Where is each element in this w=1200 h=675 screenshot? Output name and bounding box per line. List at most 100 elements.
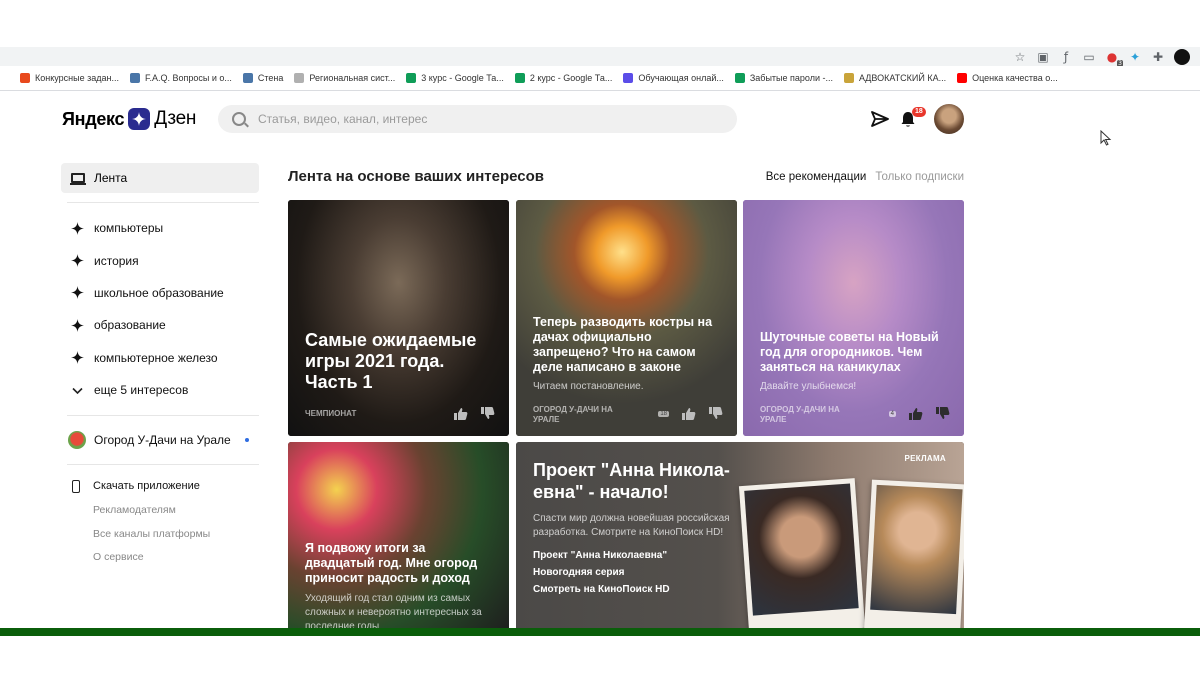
tab-subscriptions-only[interactable]: Только подписки	[875, 171, 964, 183]
footer-link[interactable]: О сервисе	[61, 545, 259, 569]
tab-all-recommendations[interactable]: Все рекомендации	[766, 171, 867, 183]
card-source: ОГОРОД У-ДАЧИ НА УРАЛЕ	[533, 405, 613, 424]
sidebar-item-label: образование	[94, 318, 166, 333]
logo-dzen-text: Дзен	[154, 108, 197, 129]
profile-icon[interactable]	[1174, 48, 1190, 65]
bottom-area	[0, 636, 1200, 675]
sidebar-item-interest[interactable]: образование	[61, 309, 259, 341]
dislike-icon[interactable]	[935, 407, 950, 420]
article-card[interactable]: Теперь разводить костры на дачах официал…	[516, 200, 737, 436]
like-icon[interactable]	[453, 407, 468, 420]
mouse-cursor-icon	[1100, 130, 1112, 146]
article-card[interactable]: Самые ожидаемые игры 2021 года. Часть 1 …	[288, 200, 509, 436]
star-icon[interactable]: ☆	[1013, 50, 1027, 64]
sidebar-item-feed[interactable]: Лента	[61, 163, 259, 193]
bookmark-favicon-icon	[20, 73, 30, 83]
bookmark-item[interactable]: АДВОКАТСКИЙ КА...	[844, 73, 946, 83]
ad-link[interactable]: Новогодняя серия	[533, 567, 625, 578]
bookmark-favicon-icon	[514, 73, 525, 83]
browser-toolbar: ☆ ▣ ƒ ▭ ● 3 ✦ ✚	[0, 47, 1200, 67]
footer-link[interactable]: Все каналы платформы	[61, 522, 259, 546]
send-icon[interactable]	[871, 111, 889, 127]
toolbar-icons: ☆ ▣ ƒ ▭ ● 3 ✦ ✚	[1013, 47, 1190, 67]
sidebar-item-channel[interactable]: Огород У-Дачи на Урале	[61, 425, 259, 455]
chevron-down-icon	[72, 387, 83, 394]
dzen-page: Яндекс Дзен Статья, видео, канал, интере…	[0, 92, 1200, 628]
photo-image	[744, 483, 859, 616]
bookmark-label: Региональная сист...	[309, 73, 396, 83]
logo-star-icon	[128, 108, 151, 130]
bookmark-favicon-icon	[406, 73, 417, 83]
download-app-label: Скачать приложение	[93, 480, 200, 493]
sidebar-item-label: Лента	[94, 171, 128, 185]
search-input[interactable]: Статья, видео, канал, интерес	[218, 105, 737, 133]
comments-count[interactable]: 18	[658, 410, 669, 417]
bookmark-label: F.A.Q. Вопросы и о...	[144, 73, 232, 83]
bookmark-item[interactable]: 2 курс - Google Та...	[514, 73, 612, 83]
function-icon[interactable]: ƒ	[1059, 50, 1073, 64]
bookmark-favicon-icon	[957, 73, 968, 83]
pip-icon[interactable]: ▭	[1082, 50, 1096, 64]
dzen-logo[interactable]: Яндекс Дзен	[62, 108, 196, 130]
adblock-icon[interactable]: ● 3	[1105, 50, 1123, 67]
card-source: ЧЕМПИОНАТ	[305, 409, 357, 418]
divider	[67, 202, 259, 203]
card-source: ОГОРОД У-ДАЧИ НА УРАЛЕ	[760, 405, 840, 424]
card-title: Шуточные советы на Новый год для огородн…	[760, 330, 939, 374]
extension-icon[interactable]: ▣	[1036, 50, 1050, 64]
bookmark-favicon-icon	[242, 73, 253, 83]
sparkle-icon	[71, 254, 84, 268]
card-image	[743, 200, 964, 436]
sidebar-item-interest[interactable]: компьютерное железо	[61, 342, 259, 374]
dislike-icon[interactable]	[480, 407, 495, 420]
dislike-icon[interactable]	[708, 407, 723, 420]
bookmark-favicon-icon	[844, 73, 854, 83]
card-image	[288, 200, 509, 436]
bookmark-item[interactable]: Забытые пароли -...	[734, 73, 833, 83]
bookmark-item[interactable]: F.A.Q. Вопросы и о...	[129, 73, 232, 83]
sidebar-item-interest[interactable]: школьное образование	[61, 277, 259, 309]
card-title: Самые ожидаемые игры 2021 года. Часть 1	[305, 330, 477, 392]
sidebar-item-interest[interactable]: компьютеры	[61, 212, 259, 244]
sidebar-item-more-interests[interactable]: еще 5 интересов	[61, 374, 259, 406]
footer-link[interactable]: Рекламодателям	[61, 498, 259, 522]
bookmark-item[interactable]: Региональная сист...	[294, 73, 395, 83]
sidebar: Лента компьютеры история школьное образова…	[61, 163, 259, 569]
puzzle-icon[interactable]: ✚	[1151, 50, 1165, 64]
ad-link[interactable]: Проект "Анна Николаевна"	[533, 550, 667, 561]
page-title: Лента на основе ваших интересов	[288, 168, 545, 185]
bird-icon[interactable]: ✦	[1128, 50, 1142, 64]
card-actions	[453, 407, 495, 420]
poster-photo	[864, 479, 964, 628]
notification-badge: 18	[912, 107, 926, 117]
bookmark-label: Стена	[257, 73, 284, 83]
like-icon[interactable]	[681, 407, 696, 420]
search-placeholder: Статья, видео, канал, интерес	[258, 112, 428, 126]
bookmark-item[interactable]: Конкурсные задан...	[20, 73, 119, 83]
sparkle-icon	[71, 318, 84, 332]
download-app-link[interactable]: Скачать приложение	[61, 474, 259, 498]
photo-image	[870, 484, 963, 615]
card-subtitle: Уходящий год стал одним из самых сложных…	[305, 593, 482, 628]
bookmark-item[interactable]: 3 курс - Google Та...	[406, 73, 504, 83]
interests-list: компьютеры история школьное образование обр…	[61, 212, 259, 374]
bookmark-item[interactable]: Обучающая онлай...	[623, 73, 724, 83]
bookmarks-bar: Конкурсные задан... F.A.Q. Вопросы и о...…	[0, 66, 1200, 91]
bookmark-label: Забытые пароли -...	[749, 73, 833, 83]
user-avatar[interactable]	[934, 104, 964, 134]
ad-card[interactable]: РЕКЛАМА Проект "Анна Никола-евна" - нача…	[516, 442, 964, 628]
ad-subtitle: Спасти мир должна новейшая российская ра…	[533, 513, 730, 538]
card-title: Я подвожу итоги за двадцатый год. Мне ог…	[305, 541, 478, 585]
like-icon[interactable]	[908, 407, 923, 420]
card-actions: 18	[658, 407, 723, 420]
bookmark-item[interactable]: Оценка качества о...	[957, 73, 1058, 83]
poster-photo	[738, 478, 866, 628]
ad-link[interactable]: Смотреть на КиноПоиск HD	[533, 584, 670, 595]
phone-icon	[72, 479, 80, 493]
article-card[interactable]: Шуточные советы на Новый год для огородн…	[743, 200, 964, 436]
sidebar-item-interest[interactable]: история	[61, 244, 259, 276]
bookmark-label: Конкурсные задан...	[35, 73, 119, 83]
article-card[interactable]: Я подвожу итоги за двадцатый год. Мне ог…	[288, 442, 509, 628]
comments-count[interactable]: 4	[888, 410, 896, 417]
bookmark-item[interactable]: Стена	[242, 73, 284, 83]
